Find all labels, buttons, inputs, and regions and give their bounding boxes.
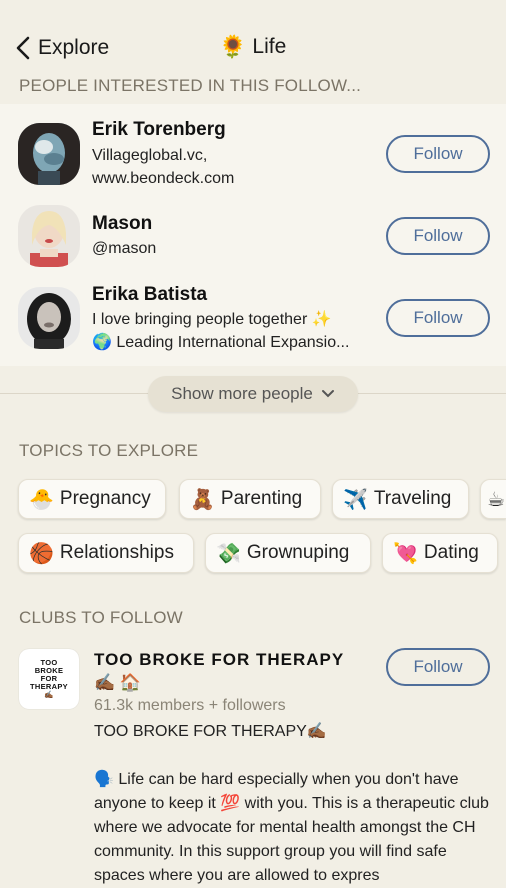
topic-label: Dating — [423, 542, 479, 563]
follow-button[interactable]: Follow — [386, 217, 490, 255]
chevron-down-icon — [321, 390, 334, 398]
club-logo[interactable]: TOO BROKE FOR THERAPY ✍🏾 — [19, 649, 79, 709]
avatar[interactable] — [18, 205, 80, 267]
airplane-icon: ✈️ — [343, 488, 368, 511]
avatar[interactable] — [18, 123, 80, 185]
people-section-heading: PEOPLE INTERESTED IN THIS FOLLOW... — [19, 76, 362, 95]
club-description-body: 🗣️ Life can be hard especially when you … — [94, 771, 489, 884]
topic-chip-grownuping[interactable]: 💸 Grownuping — [205, 533, 371, 573]
club-name[interactable]: TOO BROKE FOR THERAPY — [94, 650, 344, 670]
topic-chip-traveling[interactable]: ✈️ Traveling — [332, 479, 469, 519]
topic-label: Traveling — [373, 488, 452, 509]
club-description: TOO BROKE FOR THERAPY✍🏾 🗣️ Life can be h… — [94, 720, 494, 888]
topic-label: Pregnancy — [59, 488, 151, 509]
club-logo-text: ✍🏾 — [44, 690, 54, 699]
page-title: 🌻 Life — [219, 34, 286, 60]
avatar-image — [18, 123, 80, 185]
topics-section-heading: TOPICS TO EXPLORE — [19, 441, 199, 460]
person-bio: @mason — [92, 240, 157, 257]
coffee-icon: ☕ — [487, 488, 505, 511]
topic-label: Parenting — [220, 488, 303, 509]
sunflower-icon: 🌻 — [219, 34, 247, 59]
back-label: Explore — [38, 36, 110, 59]
person-bio-line: Villageglobal.vc, — [92, 147, 208, 164]
topic-chip-parenting[interactable]: 🧸 Parenting — [179, 479, 321, 519]
follow-button[interactable]: Follow — [386, 135, 490, 173]
heart-arrow-icon: 💘 — [393, 542, 418, 565]
person-bio-line: www.beondeck.com — [92, 170, 235, 187]
money-icon: 💸 — [216, 542, 241, 565]
chevron-left-icon — [16, 36, 30, 60]
topic-chip-pregnancy[interactable]: 🐣 Pregnancy — [18, 479, 166, 519]
topic-label: Relationships — [59, 542, 174, 563]
follow-button[interactable]: Follow — [386, 299, 490, 337]
chick-icon: 🐣 — [29, 488, 54, 511]
person-name[interactable]: Mason — [92, 213, 152, 235]
teddy-bear-icon: 🧸 — [190, 488, 215, 511]
club-follow-button[interactable]: Follow — [386, 648, 490, 686]
person-bio: Villageglobal.vc, www.beondeck.com — [92, 144, 377, 190]
person-name[interactable]: Erik Torenberg — [92, 119, 226, 141]
basketball-icon: 🏀 — [29, 542, 54, 565]
avatar-image — [18, 287, 80, 349]
topic-chip-dating[interactable]: 💘 Dating — [382, 533, 498, 573]
show-more-label: Show more people — [171, 384, 313, 403]
person-bio-line: I love bringing people together ✨ — [92, 311, 332, 328]
person-bio: I love bringing people together ✨ 🌍 Lead… — [92, 308, 377, 354]
person-bio-line: 🌍 Leading International Expansio... — [92, 334, 350, 351]
club-member-count: 61.3k members + followers — [94, 697, 286, 714]
avatar[interactable] — [18, 287, 80, 349]
topic-chip-partial[interactable]: ☕ — [480, 479, 506, 519]
person-name[interactable]: Erika Batista — [92, 284, 207, 306]
club-description-title: TOO BROKE FOR THERAPY✍🏾 — [94, 723, 327, 740]
show-more-people-button[interactable]: Show more people — [148, 376, 358, 412]
topic-label: Grownuping — [246, 542, 350, 563]
topic-chip-relationships[interactable]: 🏀 Relationships — [18, 533, 194, 573]
back-button[interactable]: Explore — [14, 36, 109, 60]
clubs-section-heading: CLUBS TO FOLLOW — [19, 608, 183, 627]
club-badges: ✍🏾 🏠 — [94, 673, 142, 692]
page-title-text: Life — [252, 35, 287, 58]
avatar-image — [18, 205, 80, 267]
